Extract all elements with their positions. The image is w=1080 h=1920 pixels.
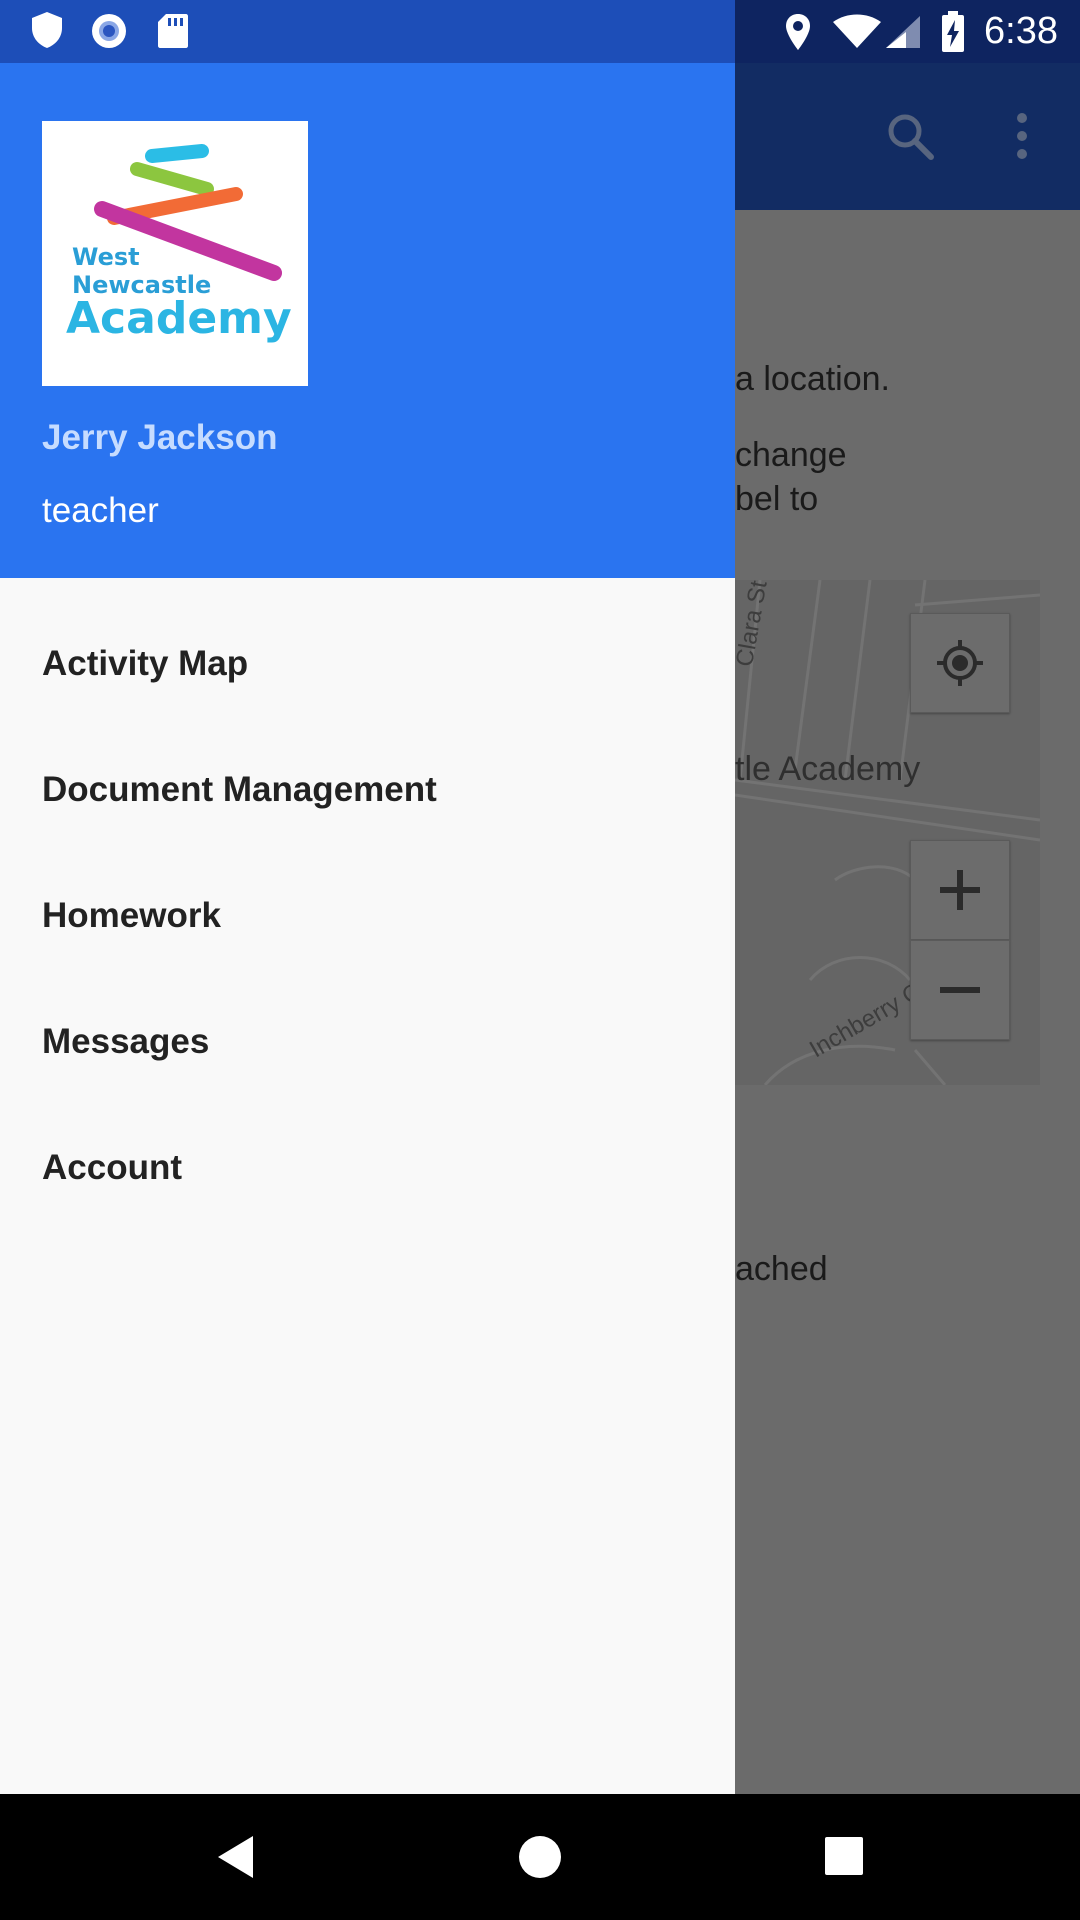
menu-item-label: Activity Map bbox=[42, 644, 249, 683]
plus-icon bbox=[940, 870, 980, 910]
navigation-drawer: West Newcastle Academy Jerry Jackson tea… bbox=[0, 63, 735, 1794]
user-name: Jerry Jackson bbox=[42, 418, 278, 457]
menu-item-messages[interactable]: Messages bbox=[0, 979, 735, 1105]
content-text-line: change bbox=[735, 436, 847, 474]
minus-icon bbox=[940, 987, 980, 993]
menu-item-label: Account bbox=[42, 1148, 182, 1187]
signal-icon bbox=[886, 16, 920, 48]
place-label: tle Academy bbox=[735, 750, 921, 788]
app-content: a location. change bel to Clara St tle A… bbox=[735, 210, 1080, 1794]
menu-item-label: Document Management bbox=[42, 770, 437, 809]
zoom-in-button[interactable] bbox=[910, 840, 1010, 940]
menu-item-account[interactable]: Account bbox=[0, 1105, 735, 1231]
my-location-icon bbox=[937, 640, 983, 686]
zoom-out-button[interactable] bbox=[910, 940, 1010, 1040]
search-icon[interactable] bbox=[885, 111, 935, 161]
content-text-line: a location. bbox=[735, 360, 890, 398]
status-bar: 6:38 bbox=[0, 0, 1080, 63]
menu-item-label: Homework bbox=[42, 896, 221, 935]
my-location-button[interactable] bbox=[910, 613, 1010, 713]
content-text-line: ached bbox=[735, 1250, 828, 1288]
logo-text-line: Academy bbox=[66, 293, 292, 344]
wifi-icon bbox=[833, 14, 881, 48]
more-vert-icon[interactable] bbox=[1015, 111, 1029, 161]
menu-item-label: Messages bbox=[42, 1022, 210, 1061]
back-icon[interactable] bbox=[215, 1834, 257, 1880]
user-role: teacher bbox=[42, 491, 159, 530]
drawer-header: West Newcastle Academy Jerry Jackson tea… bbox=[0, 63, 735, 578]
menu-item-document-management[interactable]: Document Management bbox=[0, 727, 735, 853]
clock: 6:38 bbox=[984, 10, 1058, 52]
location-icon bbox=[786, 14, 810, 50]
sd-card-icon bbox=[158, 14, 188, 48]
recents-icon[interactable] bbox=[824, 1836, 864, 1876]
menu-item-homework[interactable]: Homework bbox=[0, 853, 735, 979]
map-view[interactable]: Clara St tle Academy Inchberry Cl bbox=[735, 579, 1040, 1085]
school-logo: West Newcastle Academy bbox=[42, 121, 308, 386]
shield-icon bbox=[32, 12, 62, 48]
app-toolbar bbox=[735, 63, 1080, 210]
content-text-line: bel to bbox=[735, 480, 819, 518]
battery-charging-icon bbox=[942, 11, 964, 52]
home-icon[interactable] bbox=[518, 1835, 562, 1879]
menu-item-activity-map[interactable]: Activity Map bbox=[0, 601, 735, 727]
system-nav-bar bbox=[0, 1794, 1080, 1920]
logo-text-line: West bbox=[72, 243, 140, 271]
record-icon bbox=[92, 14, 126, 48]
